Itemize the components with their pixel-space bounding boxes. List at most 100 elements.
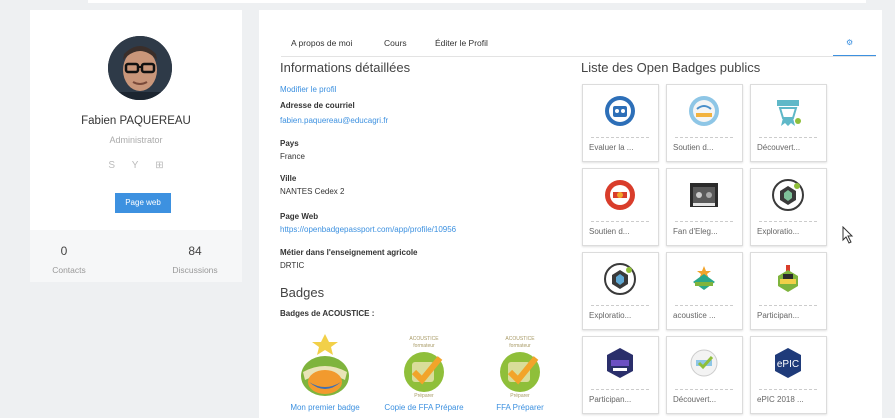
svg-text:Préparer: Préparer bbox=[510, 393, 530, 398]
tab-courses[interactable]: Cours bbox=[384, 38, 407, 48]
edit-profile-link[interactable]: Modifier le profil bbox=[280, 85, 336, 94]
robot-badge-icon bbox=[605, 96, 635, 126]
job-label: Métier dans l'enseignement agricole bbox=[280, 248, 418, 257]
open-badge-card[interactable]: ePIC ePIC 2018 ... bbox=[750, 336, 827, 414]
discovery-badge-icon bbox=[777, 100, 801, 126]
badge-ffa-icon: ACOUSTICE formateur Préparer bbox=[404, 336, 444, 399]
open-badge-card[interactable]: Participan... bbox=[750, 252, 827, 330]
settings-gear-icon[interactable]: ⚙ bbox=[846, 38, 853, 47]
svg-text:Préparer: Préparer bbox=[414, 393, 434, 398]
badges-title: Badges bbox=[280, 285, 325, 300]
badge-label: FFA Préparer bbox=[496, 403, 544, 412]
discussions-stat[interactable]: 84 Discussions bbox=[142, 244, 248, 275]
yahoo-icon[interactable]: Y bbox=[132, 160, 139, 171]
open-badge-label: Fan d'Eleg... bbox=[673, 227, 718, 236]
country-label: Pays bbox=[280, 139, 299, 148]
open-badge-label: Soutien d... bbox=[589, 227, 630, 236]
card-divider bbox=[759, 221, 817, 222]
city-value: NANTES Cedex 2 bbox=[280, 187, 345, 196]
skype-icon[interactable]: S bbox=[108, 160, 115, 171]
top-strip bbox=[88, 0, 866, 3]
web-link[interactable]: https://openbadgepassport.com/app/profil… bbox=[280, 225, 456, 234]
open-badge-card[interactable]: Participan... bbox=[582, 336, 659, 414]
web-label: Page Web bbox=[280, 212, 319, 221]
card-divider bbox=[675, 389, 733, 390]
badge-ffa-icon: ACOUSTICE formateur Préparer bbox=[500, 336, 540, 399]
discussions-count: 84 bbox=[188, 244, 202, 258]
open-badge-card[interactable]: Soutien d... bbox=[666, 84, 743, 162]
windows-icon[interactable]: ⊞ bbox=[155, 160, 163, 171]
tab-divider bbox=[281, 56, 876, 57]
acoustice-badge-icon bbox=[693, 266, 715, 290]
card-divider bbox=[591, 221, 649, 222]
country-value: France bbox=[280, 152, 305, 161]
badge-ffa-preparer[interactable]: ACOUSTICE formateur Préparer FFA Prépare… bbox=[485, 332, 555, 412]
open-badge-label: Soutien d... bbox=[673, 143, 714, 152]
open-badge-label: Evaluer la ... bbox=[589, 143, 634, 152]
card-divider bbox=[675, 137, 733, 138]
open-badge-card[interactable]: Evaluer la ... bbox=[582, 84, 659, 162]
discussions-label: Discussions bbox=[172, 265, 218, 275]
open-badge-card[interactable]: Découvert... bbox=[750, 84, 827, 162]
mouse-cursor-icon bbox=[842, 226, 854, 244]
card-divider bbox=[759, 137, 817, 138]
avatar[interactable] bbox=[108, 36, 172, 100]
badge-shield-icon bbox=[301, 334, 349, 396]
stats-bar: 0 Contacts 84 Discussions bbox=[30, 230, 242, 282]
support-badge-icon bbox=[689, 96, 719, 126]
exploration-badge-icon bbox=[604, 263, 636, 295]
open-badge-label: ePIC 2018 ... bbox=[757, 395, 804, 404]
tab-bar: A propos de moi Cours Éditer le Profil ⚙ bbox=[259, 10, 882, 57]
main-panel: A propos de moi Cours Éditer le Profil ⚙… bbox=[259, 10, 882, 418]
open-badge-card[interactable]: Exploratio... bbox=[750, 168, 827, 246]
card-divider bbox=[675, 305, 733, 306]
email-link[interactable]: fabien.paquereau@educagri.fr bbox=[280, 116, 388, 125]
badge-mon-premier[interactable]: Mon premier badge bbox=[283, 332, 367, 412]
open-badge-label: Participan... bbox=[757, 311, 800, 320]
contacts-label: Contacts bbox=[52, 265, 86, 275]
details-title: Informations détaillées bbox=[280, 60, 411, 75]
svg-text:formateur: formateur bbox=[509, 343, 531, 349]
open-badge-card[interactable]: Découvert... bbox=[666, 336, 743, 414]
card-divider bbox=[675, 221, 733, 222]
profile-card: Fabien PAQUEREAU Administrator S Y ⊞ Pag… bbox=[30, 10, 242, 282]
open-badge-label: Participan... bbox=[589, 395, 632, 404]
svg-text:ACOUSTICE: ACOUSTICE bbox=[409, 336, 439, 342]
contacts-stat[interactable]: 0 Contacts bbox=[40, 244, 146, 275]
open-badges-title: Liste des Open Badges publics bbox=[581, 60, 761, 75]
profile-name: Fabien PAQUEREAU bbox=[81, 115, 191, 127]
participant-hex-icon bbox=[607, 348, 633, 378]
badge-copie-ffa[interactable]: ACOUSTICE formateur Préparer Copie de FF… bbox=[377, 332, 471, 412]
open-badge-label: acoustice ... bbox=[673, 311, 716, 320]
tab-about[interactable]: A propos de moi bbox=[291, 38, 352, 48]
epic-badge-icon: ePIC bbox=[775, 348, 801, 378]
open-badge-label: Exploratio... bbox=[757, 227, 800, 236]
svg-text:ePIC: ePIC bbox=[777, 359, 799, 370]
open-badge-card[interactable]: acoustice ... bbox=[666, 252, 743, 330]
page-web-button[interactable]: Page web bbox=[115, 193, 171, 213]
tab-edit-profile[interactable]: Éditer le Profil bbox=[435, 38, 488, 48]
open-badge-card[interactable]: Fan d'Eleg... bbox=[666, 168, 743, 246]
badge-label: Copie de FFA Prépare bbox=[384, 403, 464, 412]
discovery-check-icon bbox=[690, 349, 718, 377]
open-badge-label: Exploratio... bbox=[589, 311, 632, 320]
support-seal-icon bbox=[605, 180, 635, 210]
card-divider bbox=[591, 305, 649, 306]
card-divider bbox=[759, 389, 817, 390]
open-badge-label: Découvert... bbox=[757, 143, 801, 152]
open-badge-label: Découvert... bbox=[673, 395, 717, 404]
photo-badge-icon bbox=[690, 183, 718, 207]
open-badge-card[interactable]: Exploratio... bbox=[582, 252, 659, 330]
city-label: Ville bbox=[280, 174, 297, 183]
svg-text:ACOUSTICE: ACOUSTICE bbox=[505, 336, 535, 342]
email-label: Adresse de courriel bbox=[280, 101, 355, 110]
svg-text:formateur: formateur bbox=[413, 343, 435, 349]
open-badge-card[interactable]: Soutien d... bbox=[582, 168, 659, 246]
exploration-badge-icon bbox=[772, 179, 804, 211]
badge-label: Mon premier badge bbox=[290, 403, 360, 412]
card-divider bbox=[591, 389, 649, 390]
profile-role: Administrator bbox=[109, 135, 163, 145]
participant-badge-icon bbox=[778, 265, 798, 292]
contacts-count: 0 bbox=[60, 244, 68, 258]
job-value: DRTIC bbox=[280, 261, 305, 270]
